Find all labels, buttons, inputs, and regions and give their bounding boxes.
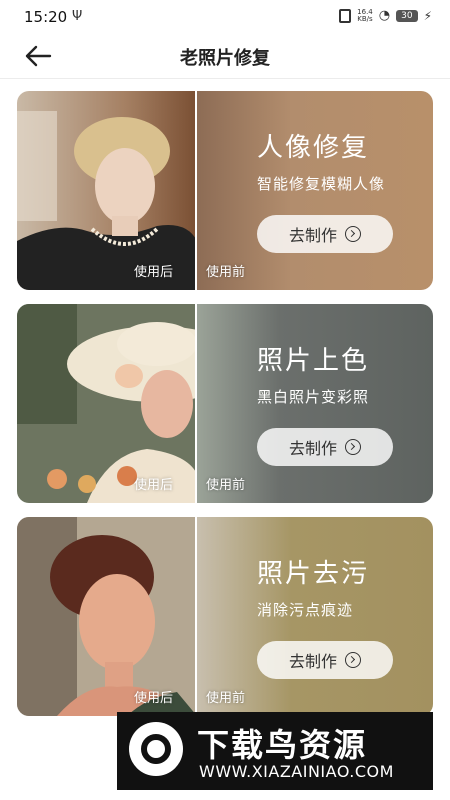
label-before: 使用前 (206, 691, 246, 706)
make-button-colorize[interactable]: 去制作 (257, 428, 393, 466)
card-stain-removal[interactable]: 使用后 使用前 照片去污 消除污点痕迹 去制作 (17, 517, 433, 716)
card-title: 照片去污 (257, 559, 370, 589)
card-subtitle: 黑白照片变彩照 (257, 388, 370, 406)
battery-icon: 30 (396, 9, 418, 22)
make-button-label: 去制作 (288, 652, 337, 671)
charging-icon: ⚡ (423, 8, 432, 23)
card-title: 照片上色 (257, 346, 370, 376)
card-colorize[interactable]: 使用后 使用前 照片上色 黑白照片变彩照 去制作 (17, 304, 433, 503)
make-button-label: 去制作 (288, 439, 337, 458)
label-before: 使用前 (206, 478, 246, 493)
page-title: 老照片修复 (180, 48, 270, 69)
watermark-logo-icon (129, 722, 183, 776)
label-after: 使用后 (134, 265, 174, 280)
make-button-stain-removal[interactable]: 去制作 (257, 641, 393, 679)
label-after: 使用后 (134, 478, 174, 493)
card-title: 人像修复 (257, 133, 370, 163)
label-before: 使用前 (206, 265, 246, 280)
app-header: 老照片修复 (0, 34, 450, 79)
card-subtitle: 消除污点痕迹 (257, 601, 354, 619)
before-after-divider (195, 91, 197, 290)
card-subtitle: 智能修复模糊人像 (257, 175, 386, 193)
watermark-banner: 下载鸟资源 WWW.XIAZAINIAO.COM (117, 712, 433, 790)
arrow-right-circle-icon (345, 652, 361, 668)
before-after-divider (195, 304, 197, 503)
wifi-icon: ◔ (378, 8, 391, 23)
make-button-label: 去制作 (288, 226, 337, 245)
arrow-right-circle-icon (345, 439, 361, 455)
status-time: 15:20 (24, 8, 68, 26)
status-icons: 16.4 KB/s ◔ 30 ⚡ (339, 8, 432, 23)
status-bar: 15:20 Ψ 16.4 KB/s ◔ 30 ⚡ (0, 0, 450, 34)
arrow-right-circle-icon (345, 226, 361, 242)
network-speed: 16.4 KB/s (357, 8, 373, 23)
usb-icon: Ψ (72, 9, 83, 24)
vibrate-icon (339, 8, 352, 23)
before-after-divider (195, 517, 197, 716)
network-speed-unit: KB/s (357, 14, 373, 23)
watermark-url: WWW.XIAZAINIAO.COM (199, 762, 394, 781)
watermark-logo-mark (141, 734, 171, 764)
card-portrait-restore[interactable]: 使用后 使用前 人像修复 智能修复模糊人像 去制作 (17, 91, 433, 290)
watermark-title: 下载鸟资源 (197, 726, 368, 764)
make-button-portrait-restore[interactable]: 去制作 (257, 215, 393, 253)
label-after: 使用后 (134, 691, 174, 706)
